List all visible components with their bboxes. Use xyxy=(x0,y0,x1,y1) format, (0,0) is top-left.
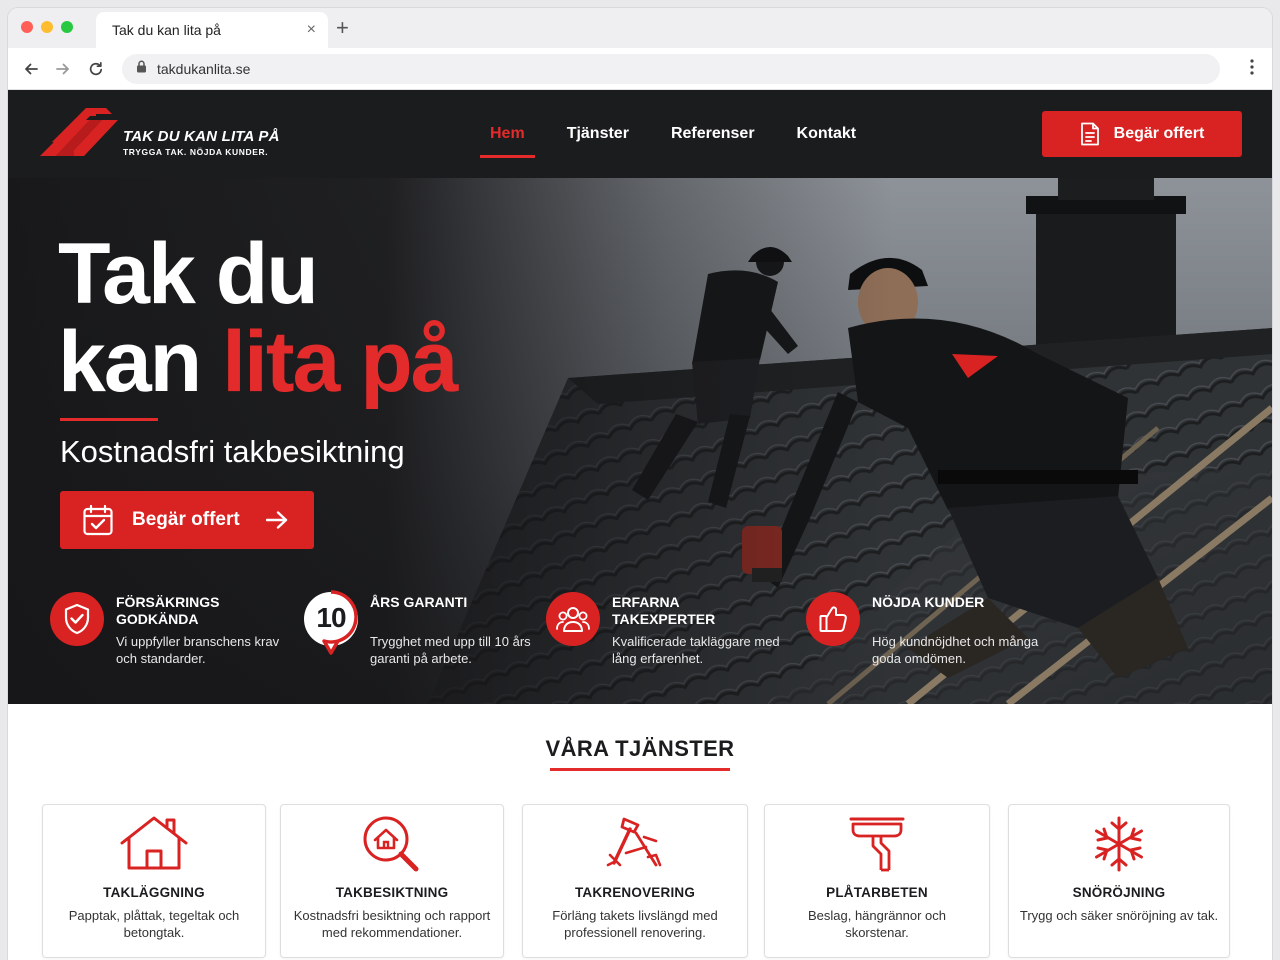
close-window-button[interactable] xyxy=(21,21,33,33)
header-quote-button[interactable]: Begär offert xyxy=(1042,111,1242,157)
service-card-takrenovering[interactable]: TAKRENOVERING Förläng takets livslängd m… xyxy=(522,804,748,958)
browser-window: Tak du kan lita på × + takdukanlita.se T… xyxy=(8,8,1272,960)
new-tab-button[interactable]: + xyxy=(336,17,349,39)
feature-list: FÖRSÄKRINGS GODKÄNDA Vi uppfyller bransc… xyxy=(50,590,1050,680)
house-icon xyxy=(43,815,265,875)
service-card-taklaggning[interactable]: TAKLÄGGNING Papptak, plåttak, tegeltak o… xyxy=(42,804,266,958)
feature-desc: Hög kundnöjdhet och många goda omdömen. xyxy=(872,634,1039,666)
nav-item-kontakt[interactable]: Kontakt xyxy=(797,90,857,178)
hero-quote-label: Begär offert xyxy=(132,509,240,530)
forward-icon[interactable] xyxy=(52,58,74,80)
tab-title: Tak du kan lita på xyxy=(112,22,221,38)
service-card-takbesiktning[interactable]: TAKBESIKTNING Kostnadsfri besiktning och… xyxy=(280,804,504,958)
feature-title: ÅRS GARANTI xyxy=(370,594,468,610)
maximize-window-button[interactable] xyxy=(61,21,73,33)
feature-desc: Trygghet med upp till 10 års garanti på … xyxy=(370,634,531,666)
inspection-magnifier-icon xyxy=(281,815,503,875)
header-quote-label: Begär offert xyxy=(1113,125,1205,142)
card-title: TAKLÄGGNING xyxy=(103,885,205,900)
browser-tab-bar: Tak du kan lita på × + xyxy=(8,8,1272,48)
services-divider xyxy=(550,768,730,771)
website: TAK DU KAN LITA PÅ TRYGGA TAK. NÖJDA KUN… xyxy=(8,90,1272,960)
nav-item-hem[interactable]: Hem xyxy=(480,90,535,178)
badge-number: 10 xyxy=(316,602,346,633)
card-desc: Papptak, plåttak, tegeltak och betongtak… xyxy=(68,908,240,940)
hero-section: Tak du kan lita på Kostnadsfri takbesikt… xyxy=(8,178,1272,704)
feature-desc: Vi uppfyller branschens krav och standar… xyxy=(116,634,280,666)
document-icon xyxy=(1080,122,1099,146)
hero-title-accent: lita på xyxy=(222,314,459,410)
hammer-tools-icon xyxy=(523,815,747,875)
gutter-icon xyxy=(765,815,989,875)
snowflake-icon xyxy=(1009,815,1229,875)
calendar-check-icon xyxy=(83,504,113,536)
card-title: TAKRENOVERING xyxy=(574,885,696,900)
card-desc: Förläng takets livslängd med professione… xyxy=(552,908,718,940)
site-header: TAK DU KAN LITA PÅ TRYGGA TAK. NÖJDA KUN… xyxy=(8,90,1272,178)
url-bar[interactable]: takdukanlita.se xyxy=(122,54,1220,84)
hero-title-line1: Tak du xyxy=(58,226,319,322)
browser-toolbar: takdukanlita.se xyxy=(8,48,1272,90)
back-icon[interactable] xyxy=(20,58,42,80)
services-heading: VÅRA TJÄNSTER xyxy=(545,736,735,761)
hero-subtitle: Kostnadsfri takbesiktning xyxy=(60,434,405,469)
card-title: TAKBESIKTNING xyxy=(335,885,449,900)
feature-title: ERFARNA TAKEXPERTER xyxy=(612,594,716,627)
feature-title: FÖRSÄKRINGS GODKÄNDA xyxy=(116,594,220,627)
tab-close-icon[interactable]: × xyxy=(307,22,316,38)
lock-icon xyxy=(136,60,147,78)
shield-check-icon xyxy=(50,592,104,646)
reload-icon[interactable] xyxy=(85,58,107,80)
site-logo[interactable]: TAK DU KAN LITA PÅ TRYGGA TAK. NÖJDA KUN… xyxy=(38,106,288,162)
nav-item-tjanster[interactable]: Tjänster xyxy=(567,90,629,178)
team-icon xyxy=(546,592,600,646)
hero-title-line2-white: kan xyxy=(58,314,223,410)
browser-tab[interactable]: Tak du kan lita på × xyxy=(96,12,328,48)
thumbs-up-icon xyxy=(806,592,860,646)
browser-menu-icon[interactable] xyxy=(1250,59,1254,80)
roof-logo-icon xyxy=(40,108,118,156)
card-desc: Trygg och säker snöröjning av tak. xyxy=(1019,908,1219,923)
main-nav: Hem Tjänster Referenser Kontakt xyxy=(480,90,898,178)
feature-desc: Kvalificerade takläggare med lång erfare… xyxy=(612,634,780,666)
feature-title: NÖJDA KUNDER xyxy=(872,594,985,610)
10-badge-icon: 10 xyxy=(304,590,358,655)
card-title: SNÖRÖJNING xyxy=(1072,885,1166,900)
service-card-platarbeten[interactable]: PLÅTARBETEN Beslag, hängrännor och skors… xyxy=(764,804,990,958)
hero-quote-button[interactable]: Begär offert xyxy=(60,491,314,549)
card-desc: Kostnadsfri besiktning och rapport med r… xyxy=(293,908,491,940)
hero-title: Tak du kan lita på xyxy=(58,230,459,406)
minimize-window-button[interactable] xyxy=(41,21,53,33)
service-card-snorojning[interactable]: SNÖRÖJNING Trygg och säker snöröjning av… xyxy=(1008,804,1230,958)
url-text: takdukanlita.se xyxy=(157,61,251,77)
logo-tagline: TRYGGA TAK. NÖJDA KUNDER. xyxy=(123,147,269,157)
hero-divider xyxy=(60,418,158,421)
logo-name: TAK DU KAN LITA PÅ xyxy=(123,128,280,145)
card-title: PLÅTARBETEN xyxy=(826,885,928,900)
card-desc: Beslag, hängrännor och skorstenar. xyxy=(807,908,947,940)
nav-item-referenser[interactable]: Referenser xyxy=(671,90,755,178)
arrow-right-icon xyxy=(265,511,287,529)
